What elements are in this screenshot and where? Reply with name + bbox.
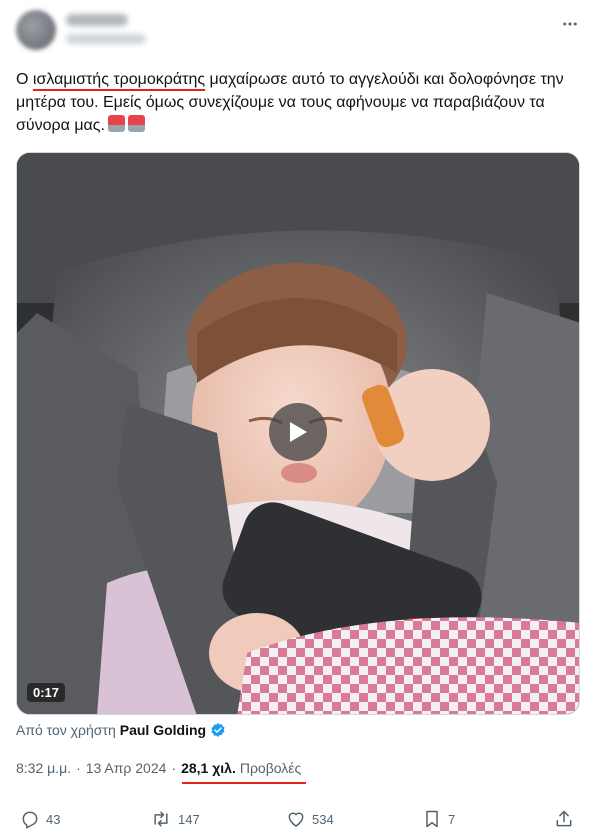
like-count: 534 <box>312 811 334 827</box>
share-icon <box>556 810 572 827</box>
share-button[interactable] <box>554 806 580 832</box>
video-player[interactable]: 0:17 <box>16 152 580 715</box>
meta-separator: · <box>76 760 81 776</box>
meta-separator: · <box>171 760 177 776</box>
reply-icon <box>22 811 38 829</box>
play-button[interactable] <box>269 403 327 461</box>
attribution-username[interactable]: Paul Golding <box>120 722 206 738</box>
retweet-count: 147 <box>178 811 200 827</box>
video-duration: 0:17 <box>27 683 66 702</box>
retweet-button[interactable]: 147 <box>150 806 200 832</box>
author-handle-blurred <box>66 34 146 44</box>
action-bar: 43 147 534 7 <box>16 806 582 832</box>
tweet-time[interactable]: 8:32 μ.μ. <box>16 760 71 776</box>
siren-emoji-icon <box>107 115 125 132</box>
views-label: Προβολές <box>239 760 302 776</box>
reply-count: 43 <box>46 811 61 827</box>
tweet-text: Ο ισλαμιστής τρομοκράτης μαχαίρωσε αυτό … <box>16 68 576 137</box>
more-options-button[interactable] <box>558 12 582 36</box>
author-name-blurred[interactable] <box>66 14 128 26</box>
tweet-meta: 8:32 μ.μ. · 13 Απρ 2024 · 28,1 χιλ. Προβ… <box>16 760 301 776</box>
media-attribution: Από τον χρήστη Paul Golding <box>16 722 226 738</box>
tweet-text-prefix: Ο <box>16 71 33 88</box>
bookmark-icon <box>426 810 438 828</box>
bookmark-button[interactable]: 7 <box>422 806 455 832</box>
verified-badge-icon <box>211 723 225 737</box>
tweet-header <box>16 10 582 54</box>
play-icon <box>290 422 307 442</box>
tweet-text-highlight: ισλαμιστής τρομοκράτης <box>32 71 206 88</box>
bookmark-count: 7 <box>448 811 456 827</box>
views-count: 28,1 χιλ. <box>181 760 236 776</box>
siren-emoji-icon <box>127 115 145 132</box>
more-icon <box>563 22 577 26</box>
like-button[interactable]: 534 <box>286 806 334 832</box>
tweet-date[interactable]: 13 Απρ 2024 <box>86 760 167 776</box>
retweet-icon <box>154 811 168 827</box>
reply-button[interactable]: 43 <box>20 806 60 832</box>
heart-icon <box>288 812 304 827</box>
views-highlight-underline <box>182 782 306 784</box>
attribution-prefix: Από τον χρήστη <box>16 722 116 738</box>
avatar[interactable] <box>16 10 56 50</box>
